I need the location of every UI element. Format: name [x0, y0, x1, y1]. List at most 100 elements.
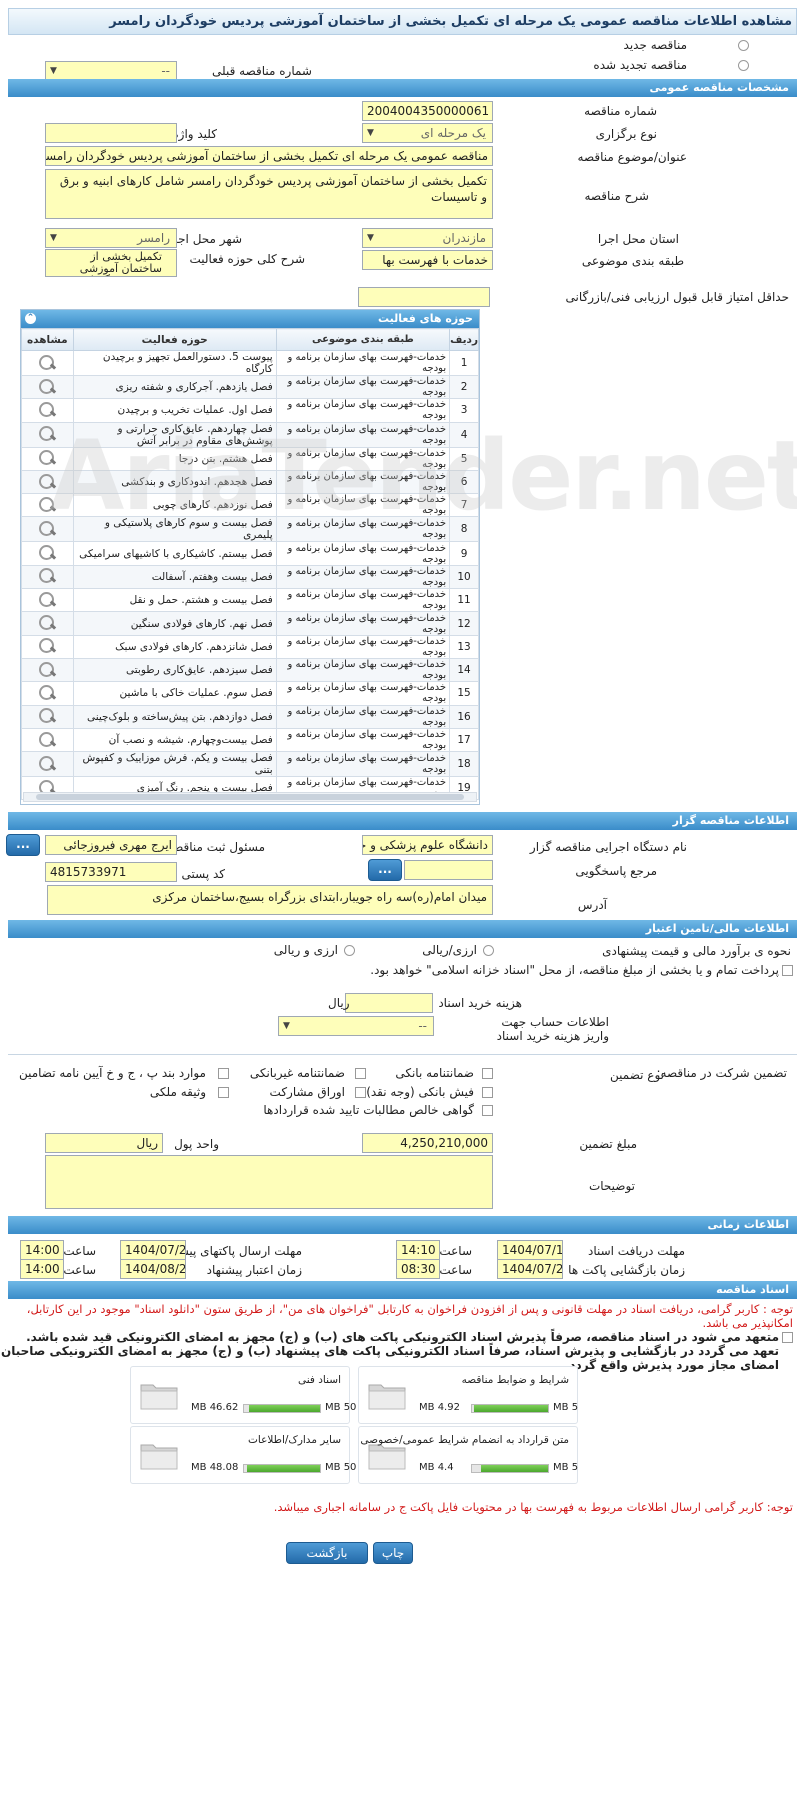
- clause-items-checkbox[interactable]: [218, 1068, 229, 1079]
- file-card[interactable]: متن قرارداد به انضمام شرایط عمومی/خصوصی 4…: [358, 1426, 578, 1484]
- open-time-field[interactable]: 08:30: [396, 1259, 440, 1279]
- account-select[interactable]: -- ▼: [278, 1016, 434, 1036]
- notes-textarea[interactable]: [45, 1155, 493, 1209]
- address-textarea[interactable]: میدان امام(ره)سه راه جویبار،ابتدای بزرگر…: [47, 885, 493, 915]
- col-header-category[interactable]: طبقه بندی موضوعی: [275, 328, 451, 351]
- collapse-icon[interactable]: ⌃: [25, 313, 36, 324]
- table-row[interactable]: 2 خدمات-فهرست بهای سازمان برنامه و بودجه ف…: [21, 374, 479, 400]
- receive-date-field[interactable]: 1404/07/13: [497, 1240, 563, 1260]
- city-select[interactable]: رامسر ▼: [45, 228, 177, 248]
- postal-field[interactable]: 4815733971: [45, 862, 177, 882]
- watermark-logo: AriaTender.net: [50, 420, 797, 532]
- holding-type-select[interactable]: یک مرحله ای ▼: [362, 123, 493, 143]
- table-row[interactable]: 11 خدمات-فهرست بهای سازمان برنامه و بودجه…: [21, 588, 479, 613]
- receive-time-field[interactable]: 14:10: [396, 1240, 440, 1260]
- col-header-row[interactable]: ردیف: [449, 328, 479, 351]
- file-card[interactable]: سایر مدارک/اطلاعات 48.08 MB 50 MB: [130, 1426, 356, 1484]
- table-row[interactable]: 18 خدمات-فهرست بهای سازمان برنامه و بودجه…: [21, 751, 479, 778]
- horizontal-scrollbar[interactable]: [23, 792, 477, 802]
- row-category: خدمات-فهرست بهای سازمان برنامه و بودجه: [275, 657, 451, 683]
- documents-section-header: اسناد مناقصه: [8, 1281, 797, 1299]
- table-row[interactable]: 3 خدمات-فهرست بهای سازمان برنامه و بودجه ف…: [21, 398, 479, 423]
- bank-guarantee-checkbox[interactable]: [482, 1068, 493, 1079]
- new-tender-radio[interactable]: [738, 40, 749, 51]
- table-row[interactable]: 10 خدمات-فهرست بهای سازمان برنامه و بودجه…: [21, 564, 479, 590]
- currency-label: واحد پول: [174, 1137, 219, 1151]
- magnifier-icon[interactable]: [38, 378, 56, 394]
- prev-number-select[interactable]: -- ▼: [45, 61, 177, 81]
- registrar-field[interactable]: ایرج مهری فیروزجائی: [45, 835, 177, 855]
- table-row[interactable]: 15 خدمات-فهرست بهای سازمان برنامه و بودجه…: [21, 681, 479, 706]
- reference-field[interactable]: [404, 860, 493, 880]
- notes-label: توضیحات: [588, 1179, 635, 1193]
- row-activity: فصل بیست‌وچهارم. شیشه و نصب آن: [72, 727, 277, 753]
- province-select[interactable]: مازندران ▼: [362, 228, 493, 248]
- table-row[interactable]: 1 خدمات-فهرست بهای سازمان برنامه و بودجه پ…: [21, 350, 479, 376]
- magnifier-icon[interactable]: [38, 354, 56, 370]
- validity-time-field[interactable]: 14:00: [20, 1259, 64, 1279]
- doc-fee-field[interactable]: [345, 993, 433, 1013]
- table-row[interactable]: 16 خدمات-فهرست بهای سازمان برنامه و بودجه…: [21, 704, 479, 729]
- tender-number-field[interactable]: 2004004350000061: [362, 101, 493, 121]
- renewal-tender-radio[interactable]: [738, 60, 749, 71]
- magnifier-icon[interactable]: [38, 684, 56, 700]
- category-field[interactable]: خدمات با فهرست بها: [362, 250, 493, 270]
- nonbank-guarantee-checkbox[interactable]: [355, 1068, 366, 1079]
- claims-certificate-checkbox[interactable]: [482, 1105, 493, 1116]
- magnifier-icon[interactable]: [38, 614, 56, 631]
- validity-date-field[interactable]: 1404/08/27: [120, 1259, 186, 1279]
- magnifier-icon[interactable]: [38, 707, 56, 724]
- registrar-more-button[interactable]: ...: [6, 834, 40, 856]
- currency-field[interactable]: ریال: [45, 1133, 163, 1153]
- magnifier-icon[interactable]: [38, 661, 56, 677]
- print-button[interactable]: چاپ: [373, 1542, 413, 1564]
- file-card[interactable]: اسناد فنی 46.62 MB 50 MB: [130, 1366, 356, 1424]
- back-button[interactable]: بازگشت: [286, 1542, 368, 1564]
- table-row[interactable]: 12 خدمات-فهرست بهای سازمان برنامه و بودجه…: [21, 611, 479, 636]
- magnifier-icon[interactable]: [38, 731, 56, 747]
- keyword-input[interactable]: [45, 123, 177, 143]
- description-textarea[interactable]: تکمیل بخشی از ساختمان آموزشی پردیس خودگر…: [45, 169, 493, 219]
- islamic-treasury-checkbox[interactable]: [782, 965, 793, 976]
- doc-fee-label: هزینه خرید اسناد: [438, 996, 522, 1010]
- table-row[interactable]: 9 خدمات-فهرست بهای سازمان برنامه و بودجه ف…: [21, 541, 479, 566]
- bonds-checkbox[interactable]: [355, 1087, 366, 1098]
- magnifier-icon[interactable]: [38, 755, 56, 771]
- registrar-label: مسئول ثبت مناقصه: [166, 840, 265, 854]
- organizer-section-header: اطلاعات مناقصه گزار: [8, 812, 797, 830]
- row-activity: فصل دوازدهم. بتن پیش‌ساخته و بلوک‌چینی: [72, 704, 277, 729]
- commitment-checkbox[interactable]: [782, 1332, 793, 1343]
- magnifier-icon[interactable]: [38, 591, 56, 607]
- renewal-tender-label: مناقصه تجدید شده: [593, 58, 687, 72]
- open-date-field[interactable]: 1404/07/27: [497, 1259, 563, 1279]
- submit-time-field[interactable]: 14:00: [20, 1240, 64, 1260]
- estimate-fx-radio[interactable]: [344, 945, 355, 956]
- chevron-down-icon: ▼: [367, 128, 374, 138]
- reference-more-button[interactable]: ...: [368, 859, 402, 881]
- submit-date-field[interactable]: 1404/07/26: [120, 1240, 186, 1260]
- cash-receipt-checkbox[interactable]: [482, 1087, 493, 1098]
- submit-time-label: ساعت: [63, 1244, 96, 1258]
- magnifier-icon[interactable]: [38, 401, 56, 417]
- col-header-view[interactable]: مشاهده: [21, 328, 74, 351]
- min-score-input[interactable]: [358, 287, 490, 307]
- guarantee-amount-field[interactable]: 4,250,210,000: [362, 1133, 493, 1153]
- account-label: اطلاعات حساب جهت واریز هزینه خرید اسناد: [496, 1015, 609, 1043]
- magnifier-icon[interactable]: [38, 544, 56, 561]
- magnifier-icon[interactable]: [38, 567, 56, 584]
- table-row[interactable]: 13 خدمات-فهرست بهای سازمان برنامه و بودجه…: [21, 634, 479, 659]
- magnifier-icon[interactable]: [38, 637, 56, 654]
- folder-icon: [140, 1444, 178, 1470]
- activity-desc-textarea[interactable]: تکمیل بخشی از ساختمان آموزشی پردیس خودگر…: [45, 249, 177, 277]
- org-field[interactable]: دانشگاه علوم پزشکی و خد: [362, 835, 493, 855]
- table-row[interactable]: 17 خدمات-فهرست بهای سازمان برنامه و بودجه…: [21, 727, 479, 753]
- view-cell: [21, 588, 74, 613]
- file-card[interactable]: شرایط و ضوابط مناقصه 4.92 MB 5 MB: [358, 1366, 578, 1424]
- view-cell: [21, 350, 74, 376]
- property-checkbox[interactable]: [218, 1087, 229, 1098]
- estimate-rial-radio[interactable]: [483, 945, 494, 956]
- subject-field[interactable]: مناقصه عمومی یک مرحله ای تکمیل بخشی از س…: [45, 146, 493, 166]
- col-header-activity[interactable]: حوزه فعالیت: [72, 328, 277, 351]
- table-row[interactable]: 14 خدمات-فهرست بهای سازمان برنامه و بودجه…: [21, 657, 479, 683]
- tender-number-label: شماره مناقصه: [584, 104, 657, 118]
